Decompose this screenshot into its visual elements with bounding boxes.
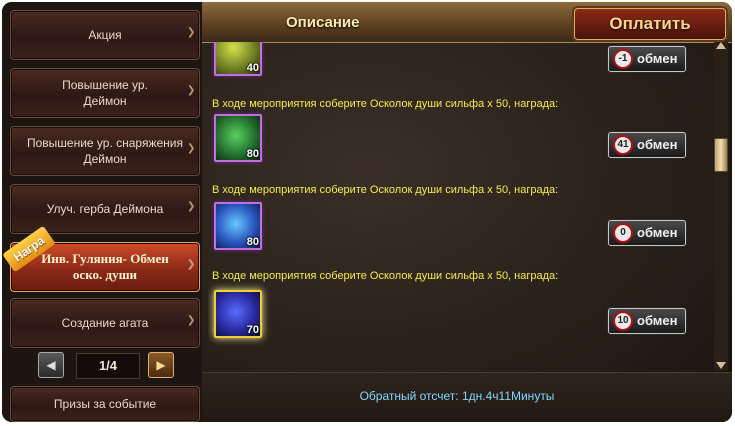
scroll-up-icon[interactable] xyxy=(716,42,726,49)
row-description: В ходе мероприятия соберите Осколок души… xyxy=(212,98,559,110)
sidebar-item-label: Призы за событие xyxy=(53,397,157,411)
item-count: 80 xyxy=(246,236,259,248)
exchange-button[interactable]: 41 обмен xyxy=(608,132,686,158)
chevron-right-icon: ❯ xyxy=(187,315,196,326)
countdown-text: Обратный отсчет: 1дн.4ч11Минуты xyxy=(359,389,555,403)
sidebar-item-demon-gear[interactable]: Повышение ур. снаряжения Деймон ❯ xyxy=(10,126,200,176)
item-count: 70 xyxy=(246,324,259,336)
sidebar-item-label: Акция xyxy=(88,28,122,42)
sidebar-item-promo[interactable]: Акция ❯ xyxy=(10,10,200,60)
exchange-count: 10 xyxy=(613,311,633,331)
item-count: 80 xyxy=(246,148,259,160)
exchange-button[interactable]: 10 обмен xyxy=(608,308,686,334)
scroll-thumb[interactable] xyxy=(714,138,728,172)
chevron-right-icon: ❯ xyxy=(187,201,196,212)
exchange-button[interactable]: 0 обмен xyxy=(608,220,686,246)
sidebar-item-label: Повышение ур. Деймон xyxy=(62,78,148,108)
exchange-count: 0 xyxy=(613,223,633,243)
exchange-count: 41 xyxy=(613,135,633,155)
exchange-label: обмен xyxy=(637,313,678,328)
scrollbar[interactable] xyxy=(714,42,728,370)
sidebar-item-agate[interactable]: Создание агата ❯ xyxy=(10,298,200,348)
sidebar-item-event-prizes[interactable]: Призы за событие xyxy=(10,386,200,422)
event-panel: Акция ❯ Повышение ур. Деймон ❯ Повышение… xyxy=(2,2,732,422)
chevron-right-icon: ❯ xyxy=(187,85,196,96)
scroll-down-icon[interactable] xyxy=(716,362,726,369)
exchange-button[interactable]: -1 обмен xyxy=(608,46,686,72)
sidebar-pager: ◀ 1/4 ▶ xyxy=(38,352,174,380)
chevron-right-icon: ❯ xyxy=(187,259,196,270)
sidebar-item-demon-crest[interactable]: Улуч. герба Деймона ❯ xyxy=(10,184,200,234)
page-indicator: 1/4 xyxy=(76,353,140,379)
sidebar-item-label: Инв. Гуляния- Обмен оско. души xyxy=(41,251,169,282)
chevron-right-icon: ❯ xyxy=(187,143,196,154)
sidebar: Акция ❯ Повышение ур. Деймон ❯ Повышение… xyxy=(2,2,202,422)
reward-list: 40 -1 обмен В ходе мероприятия соберите … xyxy=(208,42,713,372)
page-title: Описание xyxy=(286,14,360,31)
reward-item-icon[interactable]: 80 xyxy=(214,114,262,162)
next-page-button[interactable]: ▶ xyxy=(148,352,174,378)
reward-item-icon[interactable]: 70 xyxy=(214,290,262,338)
item-count: 40 xyxy=(246,62,259,74)
reward-item-icon[interactable]: 40 xyxy=(214,42,262,76)
exchange-label: обмен xyxy=(637,51,678,66)
exchange-count: -1 xyxy=(613,49,633,69)
header: Описание Оплатить xyxy=(202,2,732,43)
exchange-label: обмен xyxy=(637,137,678,152)
pay-button[interactable]: Оплатить xyxy=(574,8,726,40)
reward-item-icon[interactable]: 80 xyxy=(214,202,262,250)
sidebar-item-label: Повышение ур. снаряжения Деймон xyxy=(26,136,183,166)
row-description: В ходе мероприятия соберите Осколок души… xyxy=(212,184,559,196)
chevron-right-icon: ❯ xyxy=(187,27,196,38)
sidebar-item-label: Создание агата xyxy=(61,316,149,330)
window-frame: Акция ❯ Повышение ур. Деймон ❯ Повышение… xyxy=(0,0,735,426)
prev-page-button[interactable]: ◀ xyxy=(38,352,64,378)
exchange-label: обмен xyxy=(637,225,678,240)
footer: Обратный отсчет: 1дн.4ч11Минуты xyxy=(202,372,732,422)
row-description: В ходе мероприятия соберите Осколок души… xyxy=(212,270,559,282)
sidebar-item-label: Улуч. герба Деймона xyxy=(46,202,164,216)
sidebar-item-demon-level[interactable]: Повышение ур. Деймон ❯ xyxy=(10,68,200,118)
main-area: Описание Оплатить 40 -1 обмен В ходе мер… xyxy=(202,2,732,422)
